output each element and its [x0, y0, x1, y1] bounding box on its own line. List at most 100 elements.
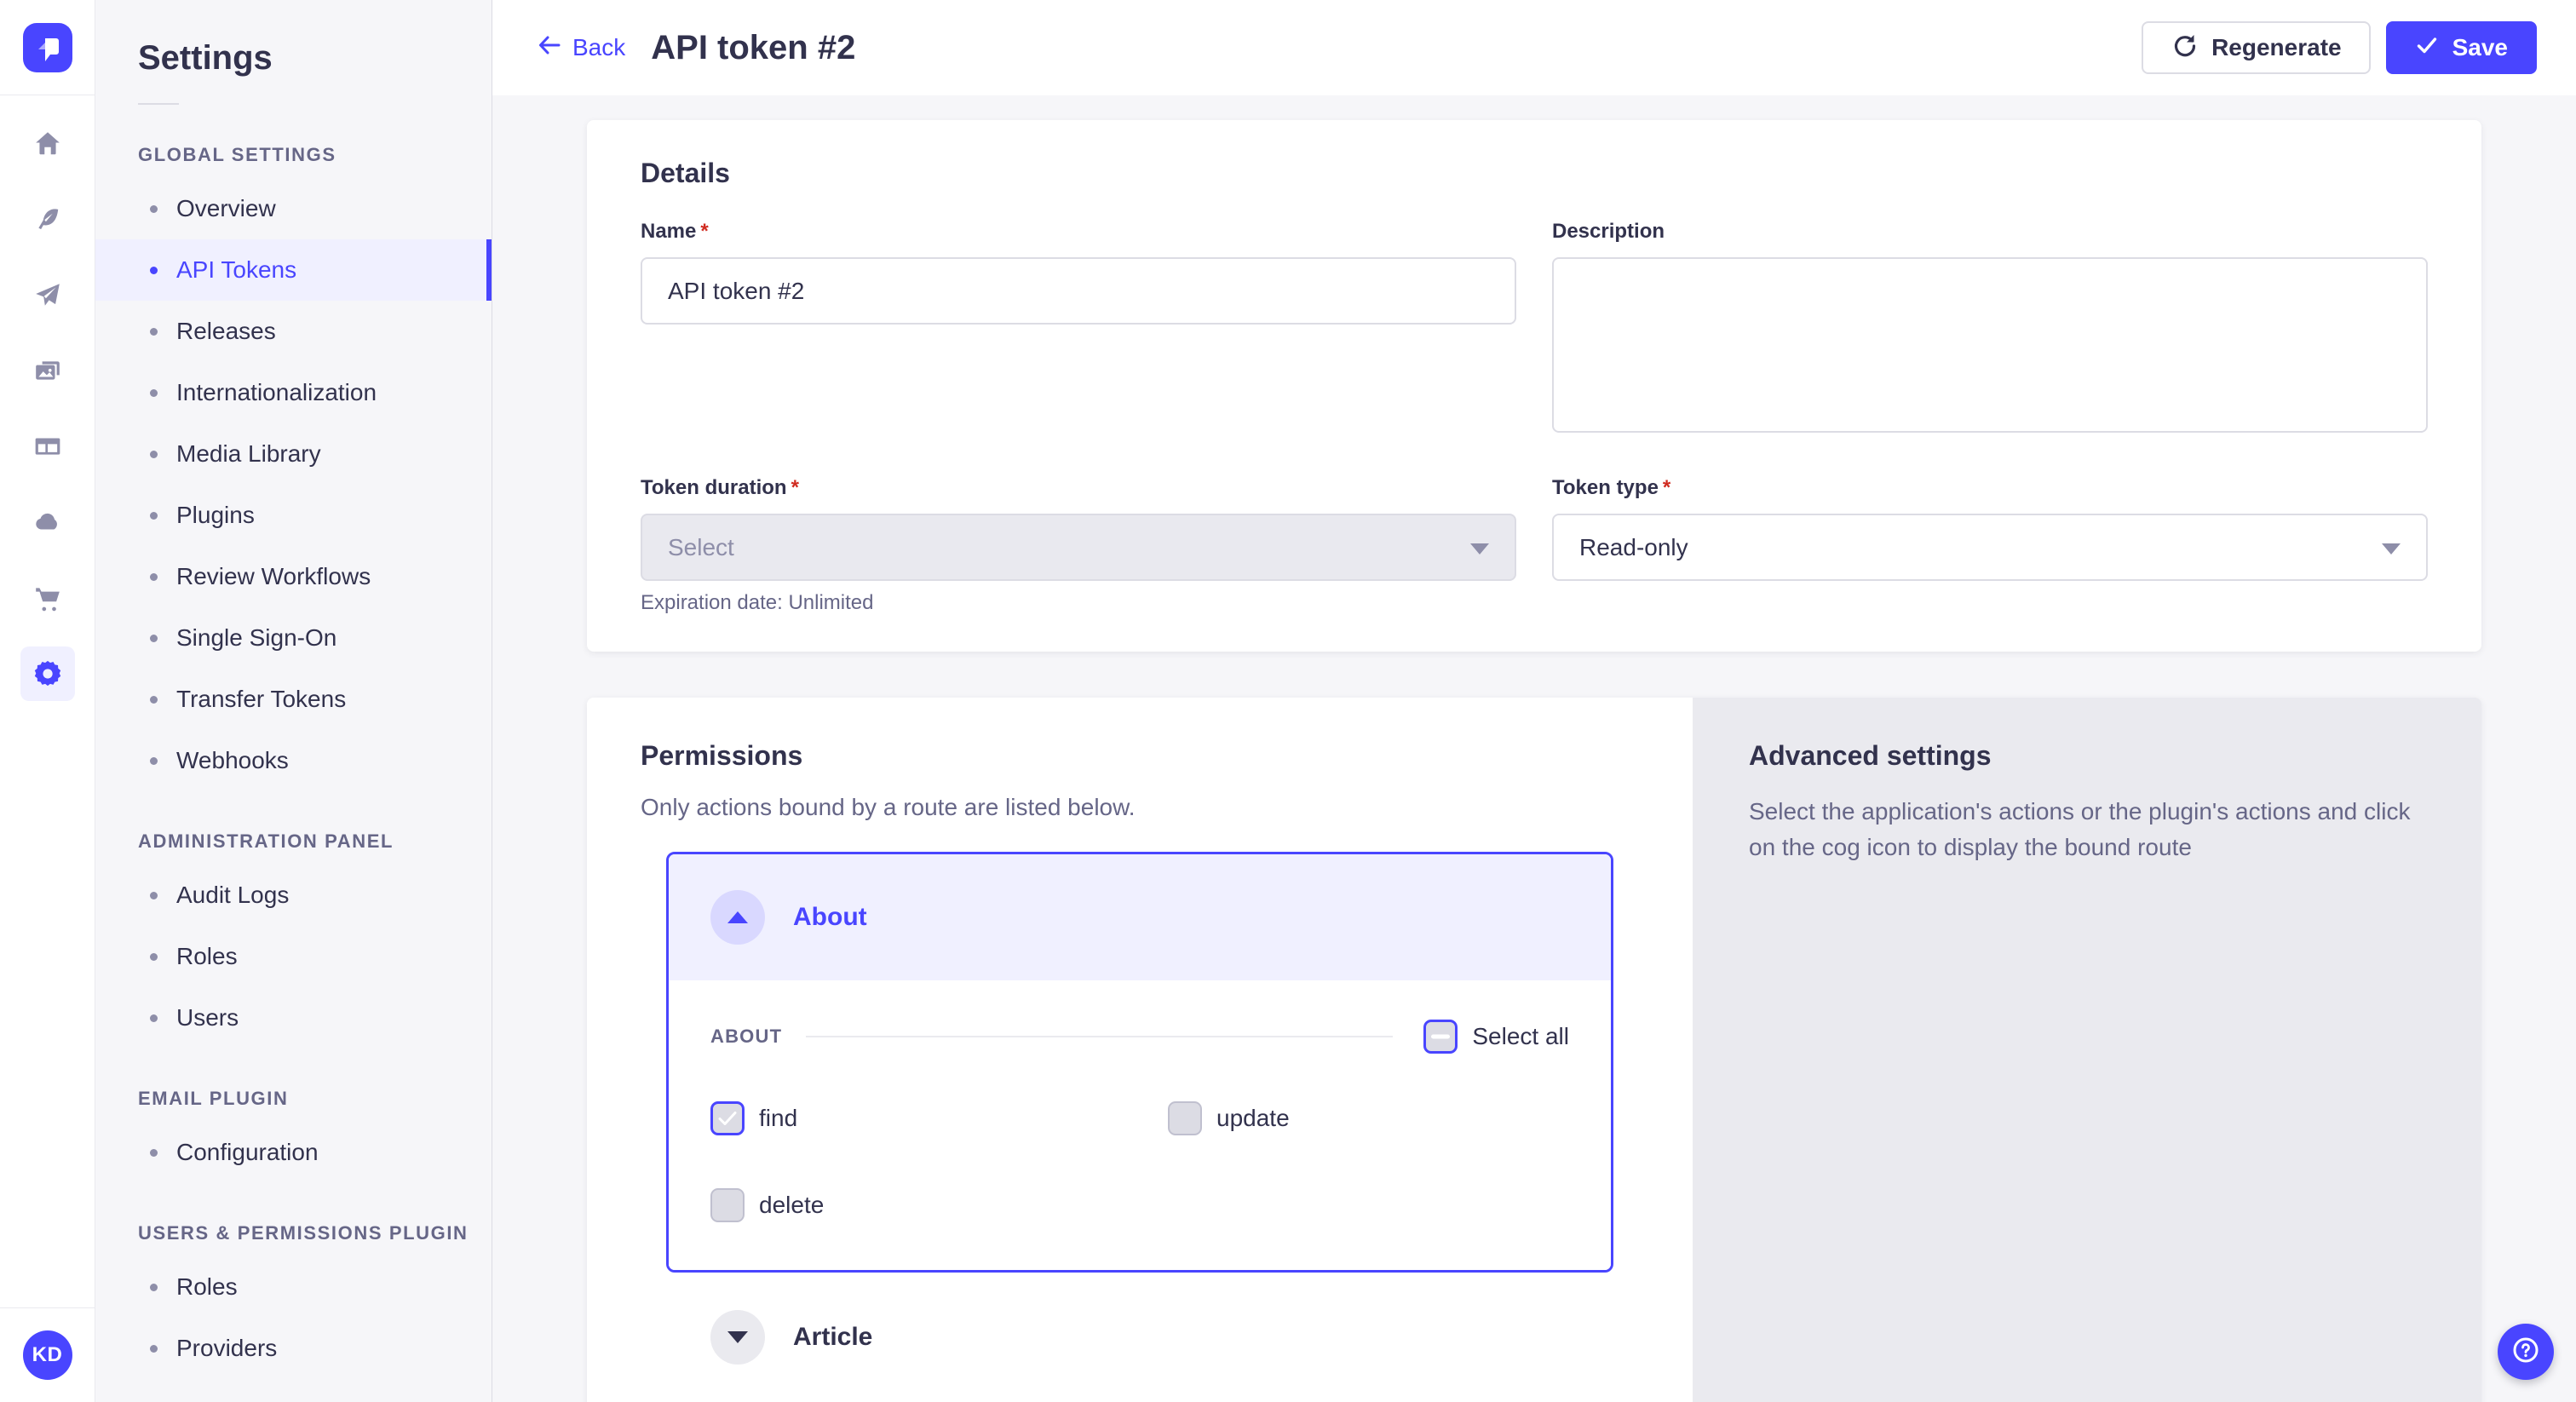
update-checkbox-item[interactable]: update: [1168, 1101, 1569, 1135]
sidebar-item-releases[interactable]: Releases: [95, 301, 492, 362]
bullet-icon: [150, 389, 158, 397]
strapi-logo-icon[interactable]: [23, 23, 72, 72]
group-divider: [806, 1036, 1393, 1037]
avatar[interactable]: KD: [23, 1330, 72, 1380]
sidebar-item-single-sign-on[interactable]: Single Sign-On: [95, 607, 492, 669]
rail-icon-list: [20, 95, 75, 701]
sidebar-item-admin-roles[interactable]: Roles: [95, 926, 492, 987]
delete-checkbox-item[interactable]: delete: [710, 1188, 1168, 1222]
bullet-icon: [150, 512, 158, 520]
accordion-article-header[interactable]: Article: [666, 1273, 1613, 1402]
select-all-checkbox-item[interactable]: Select all: [1423, 1020, 1569, 1054]
sidebar-item-review-workflows[interactable]: Review Workflows: [95, 546, 492, 607]
gear-icon[interactable]: [20, 646, 75, 701]
page-title: API token #2: [651, 29, 855, 67]
bullet-icon: [150, 328, 158, 336]
required-asterisk: *: [791, 476, 799, 500]
home-icon[interactable]: [20, 116, 75, 170]
delete-label: delete: [759, 1192, 824, 1219]
name-label: Name: [641, 220, 696, 244]
permissions-card: Permissions Only actions bound by a rout…: [587, 698, 1693, 1402]
sidebar-item-transfer-tokens[interactable]: Transfer Tokens: [95, 669, 492, 730]
chevron-down-icon: [727, 1331, 748, 1343]
feather-icon[interactable]: [20, 192, 75, 246]
details-form: Name * Description Token duration *: [641, 220, 2428, 615]
collapse-toggle-button[interactable]: [710, 890, 765, 945]
back-button[interactable]: Back: [537, 32, 625, 64]
sidebar-item-providers[interactable]: Providers: [95, 1318, 492, 1379]
main-content: Back API token #2 Regenerate Save Detail…: [492, 0, 2576, 1402]
bullet-icon: [150, 1149, 158, 1157]
expand-toggle-button[interactable]: [710, 1310, 765, 1365]
bullet-icon: [150, 451, 158, 458]
about-group-label: ABOUT: [710, 1026, 782, 1048]
bullet-icon: [150, 205, 158, 213]
token-type-label: Token type: [1552, 476, 1659, 500]
settings-title: Settings: [138, 39, 492, 78]
settings-title-divider: [138, 103, 179, 105]
permissions-subtitle: Only actions bound by a route are listed…: [641, 794, 1639, 821]
bullet-icon: [150, 635, 158, 642]
accordion-article-title: Article: [793, 1323, 872, 1352]
token-type-select[interactable]: Read-only: [1552, 514, 2428, 581]
actions-grid: find update delete: [710, 1101, 1569, 1222]
find-checkbox-item[interactable]: find: [710, 1101, 1168, 1135]
section-users-permissions-plugin: USERS & PERMISSIONS PLUGIN: [138, 1222, 492, 1244]
find-checkbox[interactable]: [710, 1101, 745, 1135]
section-global-settings: GLOBAL SETTINGS: [138, 144, 492, 166]
layout-icon[interactable]: [20, 419, 75, 474]
main-nav-rail: KD: [0, 0, 95, 1402]
bullet-icon: [150, 696, 158, 704]
name-input[interactable]: [641, 257, 1516, 325]
required-asterisk: *: [1663, 476, 1670, 500]
paper-plane-icon[interactable]: [20, 267, 75, 322]
description-field-group: Description: [1552, 220, 2428, 437]
regenerate-button[interactable]: Regenerate: [2142, 21, 2371, 74]
sidebar-item-internationalization[interactable]: Internationalization: [95, 362, 492, 423]
save-button[interactable]: Save: [2386, 21, 2537, 74]
bullet-icon: [150, 892, 158, 899]
page-header: Back API token #2 Regenerate Save: [492, 0, 2576, 95]
description-textarea[interactable]: [1552, 257, 2428, 433]
select-all-label: Select all: [1472, 1023, 1569, 1050]
sidebar-item-up-roles[interactable]: Roles: [95, 1256, 492, 1318]
update-label: update: [1216, 1105, 1290, 1132]
select-all-checkbox[interactable]: [1423, 1020, 1458, 1054]
token-duration-field-group: Token duration * Select Expiration date:…: [641, 476, 1516, 615]
cloud-icon[interactable]: [20, 495, 75, 549]
sidebar-item-users[interactable]: Users: [95, 987, 492, 1049]
details-heading: Details: [641, 158, 2428, 189]
advanced-settings-heading: Advanced settings: [1749, 740, 2413, 772]
bullet-icon: [150, 757, 158, 765]
sidebar-item-api-tokens[interactable]: API Tokens: [95, 239, 492, 301]
token-duration-label: Token duration: [641, 476, 787, 500]
rail-bottom: KD: [0, 1307, 95, 1402]
cart-icon[interactable]: [20, 571, 75, 625]
bullet-icon: [150, 1014, 158, 1022]
token-duration-select[interactable]: Select: [641, 514, 1516, 581]
check-icon: [2415, 33, 2439, 63]
sidebar-item-configuration[interactable]: Configuration: [95, 1122, 492, 1183]
accordion-about-header[interactable]: About: [669, 854, 1611, 980]
sidebar-item-overview[interactable]: Overview: [95, 178, 492, 239]
bullet-icon: [150, 1345, 158, 1353]
required-asterisk: *: [700, 220, 708, 244]
sidebar-item-plugins[interactable]: Plugins: [95, 485, 492, 546]
sidebar-item-webhooks[interactable]: Webhooks: [95, 730, 492, 791]
chevron-up-icon: [727, 911, 748, 923]
images-icon[interactable]: [20, 343, 75, 398]
permissions-panel: Permissions Only actions bound by a rout…: [587, 698, 2481, 1402]
delete-checkbox[interactable]: [710, 1188, 745, 1222]
help-button[interactable]: [2498, 1324, 2554, 1380]
question-mark-icon: [2510, 1334, 2542, 1370]
expiration-hint: Expiration date: Unlimited: [641, 591, 1516, 615]
name-field-group: Name *: [641, 220, 1516, 437]
update-checkbox[interactable]: [1168, 1101, 1202, 1135]
content-body: Details Name * Description: [492, 95, 2576, 1402]
sidebar-item-audit-logs[interactable]: Audit Logs: [95, 865, 492, 926]
about-group-row: ABOUT Select all: [710, 1020, 1569, 1054]
sidebar-item-media-library[interactable]: Media Library: [95, 423, 492, 485]
logo-container: [0, 0, 95, 95]
rail-divider: [0, 1307, 95, 1308]
accordion-about-title: About: [793, 903, 867, 932]
